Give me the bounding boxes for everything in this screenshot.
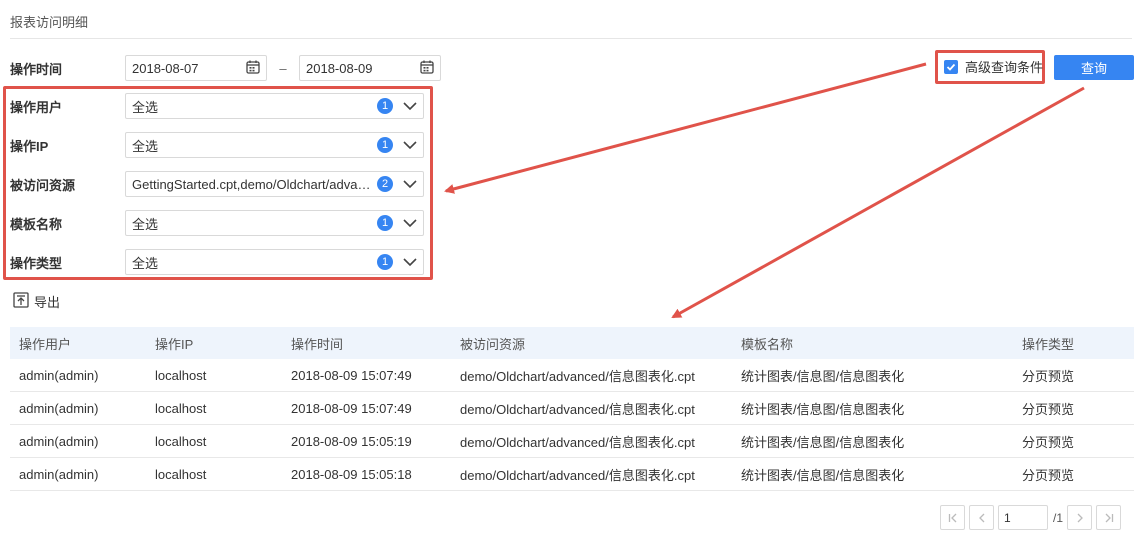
table-row: admin(admin) localhost 2018-08-09 15:05:… [10, 458, 1134, 491]
next-page-icon[interactable] [1067, 505, 1093, 530]
table-row: admin(admin) localhost 2018-08-09 15:05:… [10, 425, 1134, 458]
table-row: admin(admin) localhost 2018-08-09 15:07:… [10, 392, 1134, 425]
access-log-table: 操作用户 操作IP 操作时间 被访问资源 模板名称 操作类型 admin(adm… [10, 327, 1134, 491]
table-cell: 分页预览 [1022, 434, 1075, 450]
table-row: admin(admin) localhost 2018-08-09 15:07:… [10, 359, 1134, 392]
column-header[interactable]: 被访问资源 [451, 334, 732, 353]
arrow-to-filters [444, 62, 927, 194]
table-cell: demo/Oldchart/advanced/信息图表化.cpt [460, 434, 695, 450]
table-cell: admin(admin) [19, 433, 99, 449]
table-cell: localhost [155, 367, 207, 383]
table-cell: localhost [155, 466, 207, 482]
export-button[interactable]: 导出 [13, 292, 60, 311]
table-cell: admin(admin) [19, 367, 99, 383]
pagination: 1 /1 [940, 505, 1122, 530]
table-cell: admin(admin) [19, 400, 99, 416]
first-page-icon[interactable] [940, 505, 965, 530]
table-cell: 分页预览 [1022, 401, 1075, 417]
table-cell: 统计图表/信息图/信息图表化 [741, 401, 905, 417]
table-cell: admin(admin) [19, 466, 99, 482]
table-cell: 统计图表/信息图/信息图表化 [741, 368, 905, 384]
table-cell: localhost [155, 400, 207, 416]
table-cell: 2018-08-09 15:05:18 [291, 466, 412, 482]
last-page-icon[interactable] [1096, 505, 1122, 530]
column-header[interactable]: 操作IP [146, 334, 282, 353]
table-cell: 统计图表/信息图/信息图表化 [741, 467, 905, 483]
page-number-input[interactable]: 1 [998, 505, 1048, 530]
table-cell: demo/Oldchart/advanced/信息图表化.cpt [460, 401, 695, 417]
export-label: 导出 [34, 295, 61, 310]
table-cell: 2018-08-09 15:07:49 [291, 367, 412, 383]
table-cell: 分页预览 [1022, 368, 1075, 384]
column-header[interactable]: 操作时间 [282, 334, 451, 353]
table-cell: localhost [155, 433, 207, 449]
column-header[interactable]: 操作用户 [10, 334, 146, 353]
table-cell: demo/Oldchart/advanced/信息图表化.cpt [460, 467, 695, 483]
prev-page-icon[interactable] [969, 505, 994, 530]
export-icon [13, 292, 29, 311]
column-header[interactable]: 模板名称 [732, 334, 1013, 353]
table-cell: 统计图表/信息图/信息图表化 [741, 434, 905, 450]
table-cell: 2018-08-09 15:07:49 [291, 400, 412, 416]
table-cell: demo/Oldchart/advanced/信息图表化.cpt [460, 368, 695, 384]
arrow-to-table [671, 86, 1085, 319]
table-header: 操作用户 操作IP 操作时间 被访问资源 模板名称 操作类型 [10, 327, 1134, 359]
table-cell: 2018-08-09 15:05:19 [291, 433, 412, 449]
page-total: /1 [1053, 510, 1064, 525]
column-header[interactable]: 操作类型 [1013, 334, 1134, 353]
table-cell: 分页预览 [1022, 467, 1075, 483]
